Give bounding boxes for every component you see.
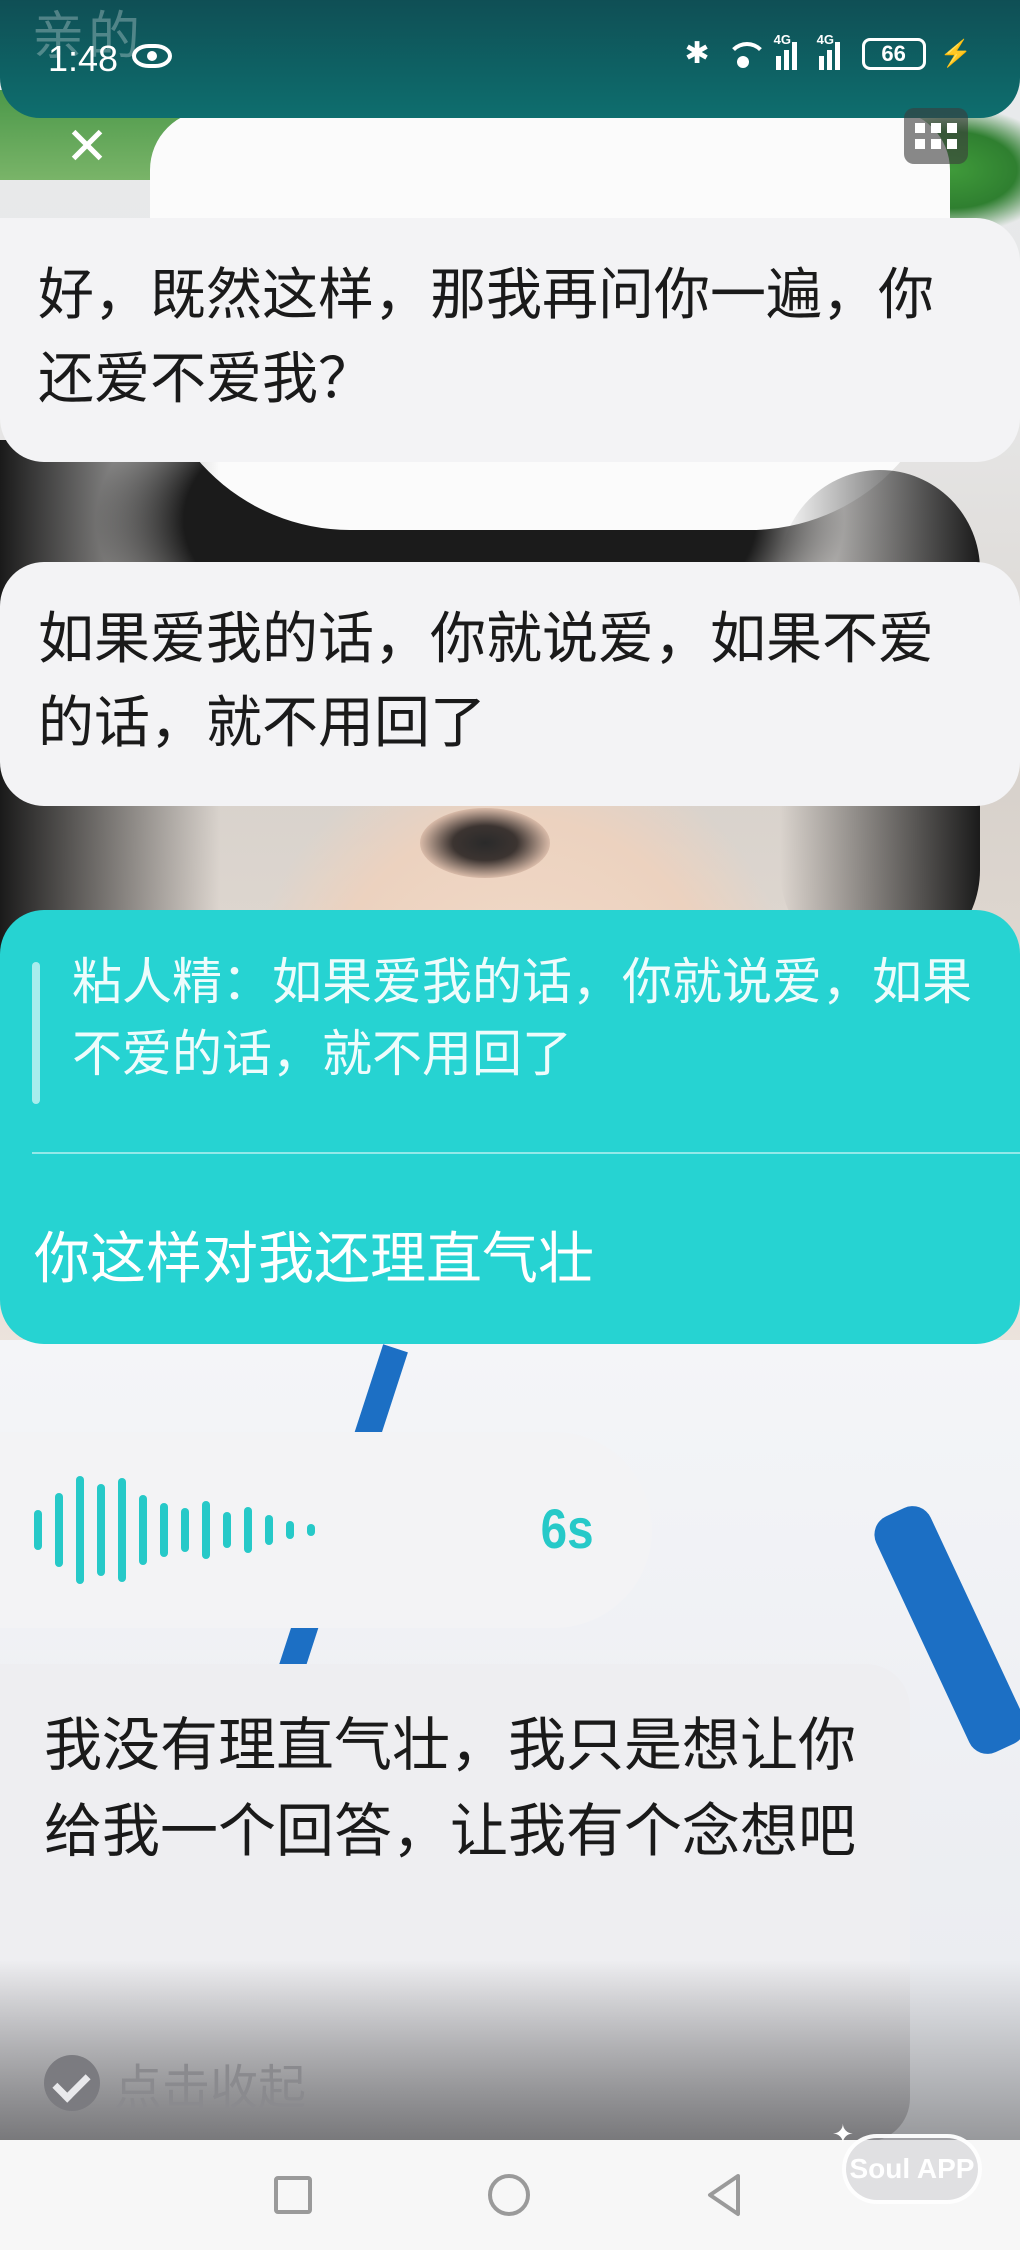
message-text: 好，既然这样，那我再问你一遍，你还爱不爱我？ [38,263,934,412]
wifi-icon [724,40,768,68]
reply-text: 你这样对我还理直气壮 [34,1227,594,1292]
voice-waveform-icon [34,1476,315,1584]
close-icon[interactable]: ✕ [58,118,116,176]
system-icons: ✱ 4G 4G 66 ⚡ [684,32,972,71]
collapse-button[interactable]: 点击收起 [44,2048,306,2118]
home-icon[interactable] [488,2174,530,2216]
signal-network-tag: 4G [816,31,834,47]
quote-divider [32,1152,1020,1154]
eye-icon [132,44,172,68]
bluetooth-icon: ✱ [684,37,710,70]
check-circle-icon [44,2055,100,2111]
recent-apps-icon[interactable] [274,2176,312,2214]
charging-icon: ⚡ [939,38,972,68]
back-icon[interactable] [704,2172,744,2218]
message-text: 我没有理直气壮，我只是想让你给我一个回答，让我有个念想吧 [44,1711,857,1865]
message-text: 如果爱我的话，你就说爱，如果不爱的话，就不用回了 [38,607,934,756]
collapse-label: 点击收起 [114,2060,307,2116]
signal-icon: 4G [774,32,805,70]
voice-message[interactable]: 6s [0,1432,652,1628]
voice-duration: 6s [540,1497,594,1560]
app-watermark: Soul APP [842,2134,982,2204]
grid-menu-icon[interactable] [904,108,968,164]
background-eye [420,808,550,878]
status-time: 1:48 [48,38,119,79]
battery-icon: 66 [861,37,926,70]
quoted-message: 粘人精：如果爱我的话，你就说爱，如果不爱的话，就不用回了 [72,953,972,1083]
signal-icon: 4G [817,32,848,70]
quote-bar [32,962,40,1104]
status-bar: 亲的 1:48 ✱ 4G 4G 66 ⚡ [0,0,1020,118]
message-bubble[interactable]: 好，既然这样，那我再问你一遍，你还爱不爱我？ [0,218,1020,462]
message-bubble[interactable]: 如果爱我的话，你就说爱，如果不爱的话，就不用回了 [0,562,1020,806]
signal-network-tag: 4G [773,31,791,47]
